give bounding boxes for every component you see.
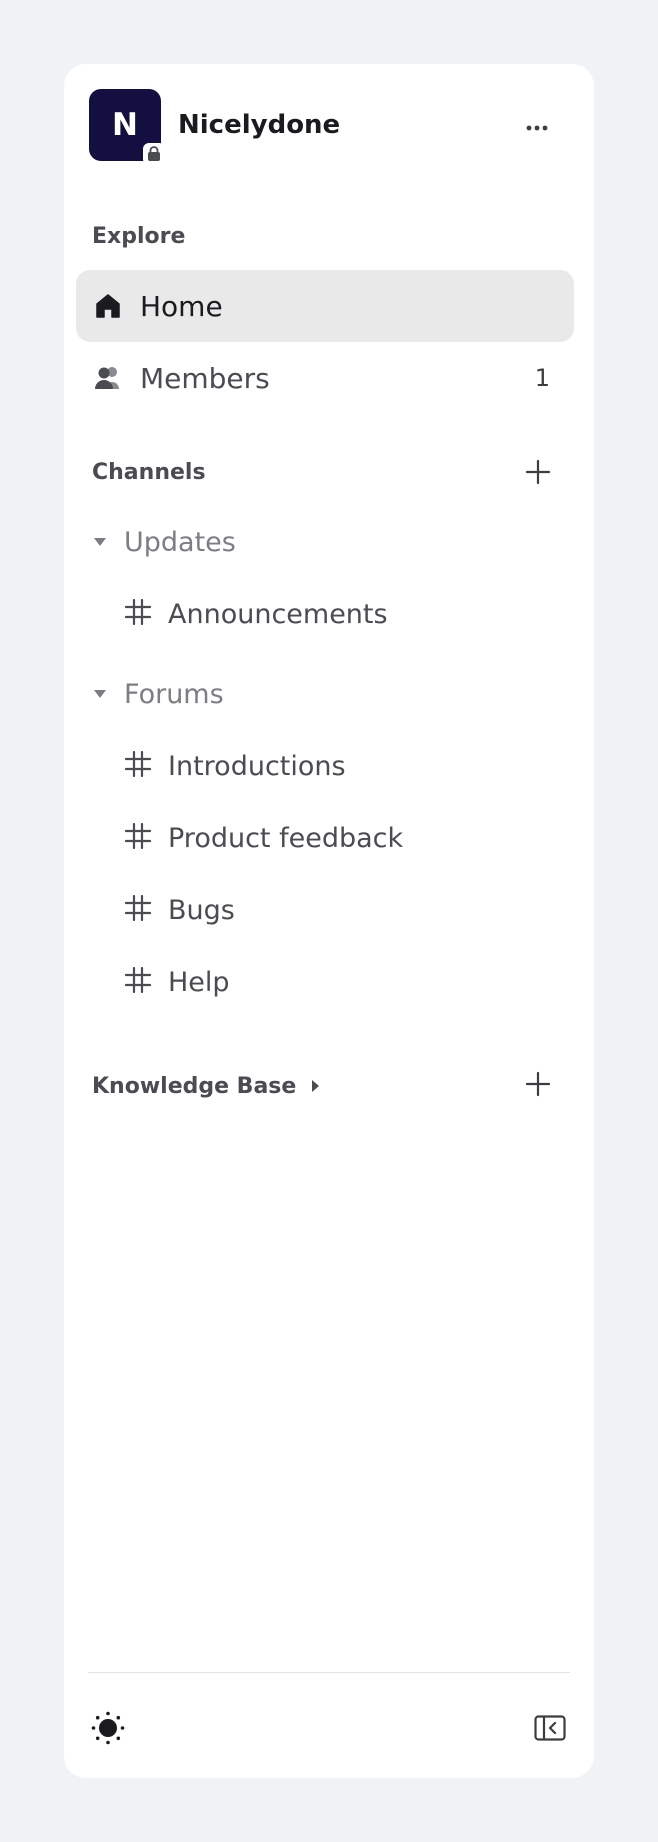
knowledge-base-toggle[interactable]: Knowledge Base bbox=[92, 1064, 320, 1108]
caret-right-icon bbox=[310, 1079, 320, 1093]
category-forums[interactable]: Forums bbox=[92, 670, 224, 718]
workspace-initial: N bbox=[112, 107, 138, 143]
nav-item-home[interactable]: Home bbox=[76, 270, 574, 342]
add-knowledge-base-button[interactable] bbox=[522, 1070, 554, 1102]
sidebar-panel: N Nicelydone Explore Home Members 1 Chan… bbox=[64, 64, 594, 1778]
explore-section-title: Explore bbox=[92, 224, 186, 249]
workspace-avatar[interactable]: N bbox=[89, 89, 165, 165]
members-count: 1 bbox=[534, 364, 550, 392]
footer-divider bbox=[88, 1672, 570, 1673]
hash-icon bbox=[124, 598, 152, 630]
more-horizontal-icon bbox=[526, 116, 548, 135]
workspace-header: N Nicelydone bbox=[89, 89, 569, 165]
hash-icon bbox=[124, 822, 152, 854]
category-updates[interactable]: Updates bbox=[92, 518, 236, 566]
collapse-sidebar-button[interactable] bbox=[530, 1710, 570, 1750]
more-options-button[interactable] bbox=[515, 103, 559, 147]
knowledge-base-title: Knowledge Base bbox=[92, 1073, 297, 1099]
plus-icon bbox=[525, 459, 551, 489]
channel-label: Announcements bbox=[168, 598, 388, 630]
add-channel-button[interactable] bbox=[522, 458, 554, 490]
category-label: Updates bbox=[124, 526, 236, 558]
lock-icon bbox=[143, 143, 165, 165]
theme-toggle-button[interactable] bbox=[88, 1710, 128, 1750]
category-label: Forums bbox=[124, 678, 224, 710]
hash-icon bbox=[124, 750, 152, 782]
members-icon bbox=[94, 364, 122, 392]
channel-label: Help bbox=[168, 966, 230, 998]
nav-item-members[interactable]: Members 1 bbox=[76, 342, 574, 414]
channel-label: Bugs bbox=[168, 894, 235, 926]
channel-help[interactable]: Help bbox=[124, 954, 554, 1010]
channel-bugs[interactable]: Bugs bbox=[124, 882, 554, 938]
channel-introductions[interactable]: Introductions bbox=[124, 738, 554, 794]
collapse-sidebar-icon bbox=[534, 1715, 566, 1745]
nav-item-label: Members bbox=[140, 361, 270, 395]
plus-icon bbox=[525, 1071, 551, 1101]
channel-label: Product feedback bbox=[168, 822, 404, 854]
nav-item-label: Home bbox=[140, 289, 223, 323]
home-icon bbox=[94, 292, 122, 320]
caret-down-icon bbox=[92, 533, 108, 552]
workspace-name[interactable]: Nicelydone bbox=[178, 110, 515, 140]
sun-icon bbox=[91, 1711, 125, 1749]
channel-label: Introductions bbox=[168, 750, 346, 782]
channel-product-feedback[interactable]: Product feedback bbox=[124, 810, 554, 866]
hash-icon bbox=[124, 894, 152, 926]
channels-section-title: Channels bbox=[92, 460, 206, 485]
caret-down-icon bbox=[92, 685, 108, 704]
hash-icon bbox=[124, 966, 152, 998]
channel-announcements[interactable]: Announcements bbox=[124, 586, 554, 642]
